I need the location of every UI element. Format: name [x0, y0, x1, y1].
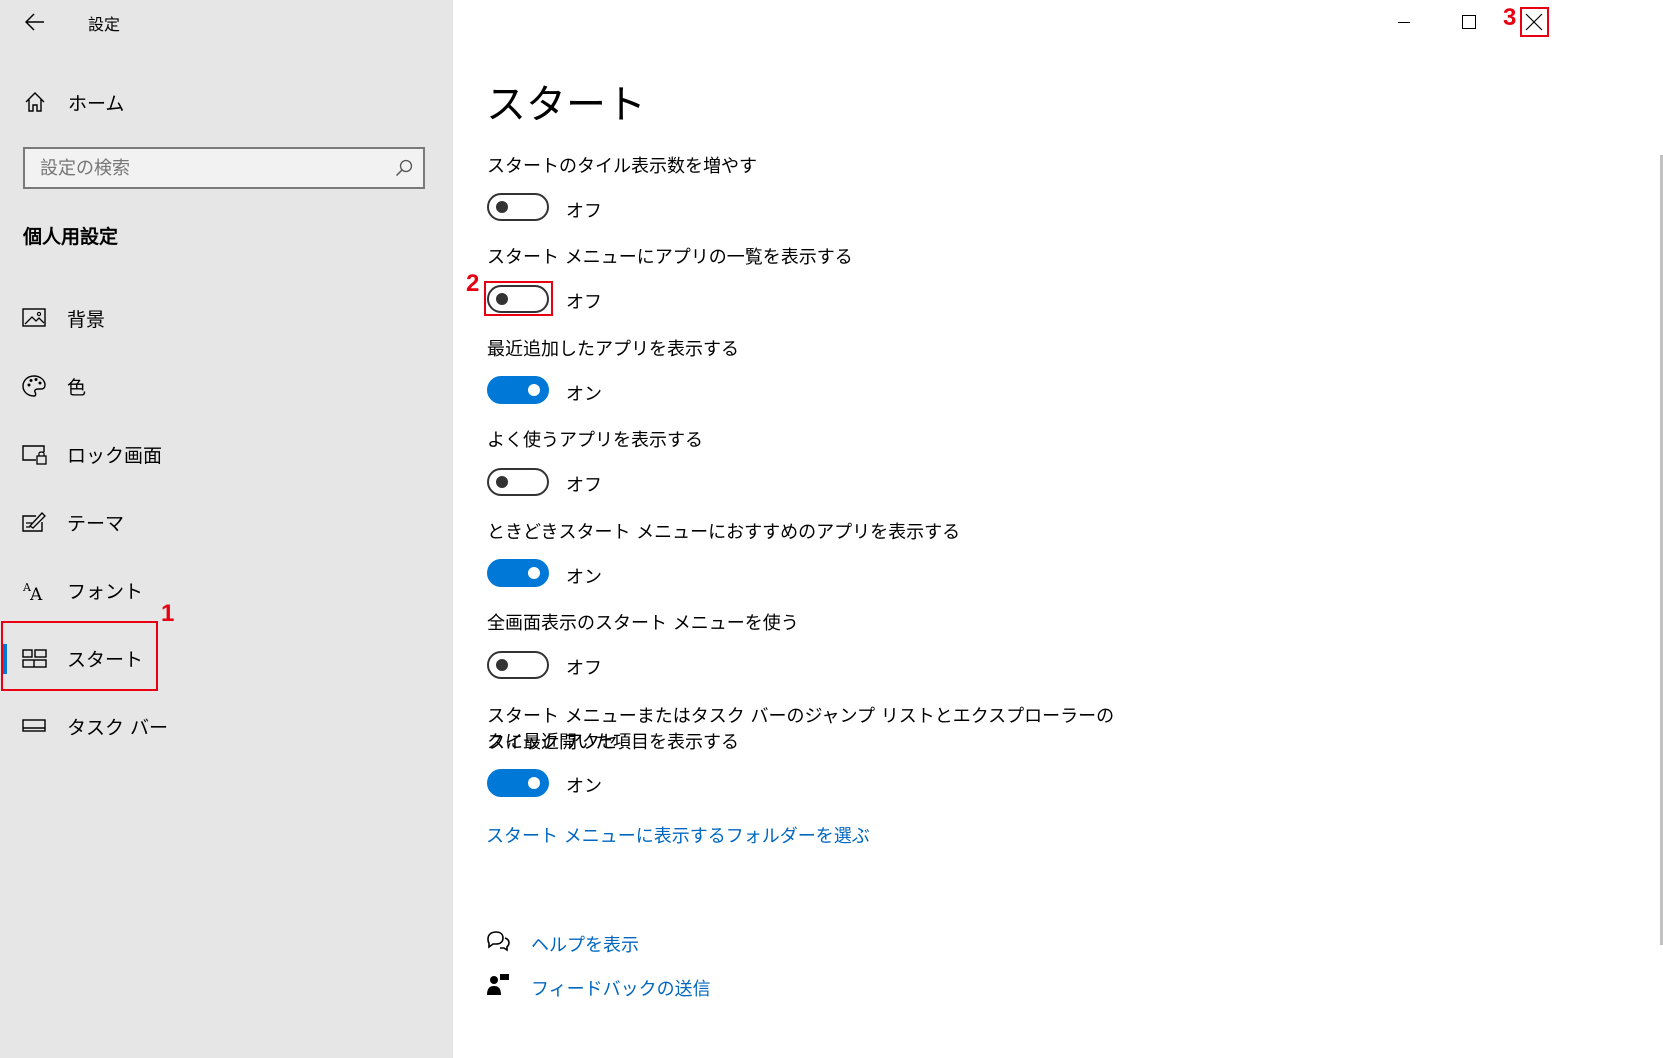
toggle-recently-added[interactable] — [487, 376, 549, 404]
sidebar-item-label: 色 — [67, 377, 87, 399]
picture-icon — [22, 308, 46, 327]
maximize-icon — [1462, 15, 1476, 29]
toggle-recent-items[interactable] — [487, 769, 549, 797]
sidebar-item-font[interactable]: A A フォント — [0, 562, 453, 618]
toggle-knob — [496, 201, 508, 213]
palette-icon — [22, 375, 46, 397]
section-title: 個人用設定 — [23, 226, 119, 248]
back-arrow-icon — [25, 13, 44, 31]
close-icon — [1525, 13, 1543, 31]
toggle-knob — [496, 476, 508, 488]
toggle-state-label: オフ — [566, 201, 602, 222]
sidebar-item-lock-screen[interactable]: ロック画面 — [0, 426, 453, 482]
theme-icon — [22, 512, 46, 532]
sidebar-item-taskbar[interactable]: タスク バー — [0, 698, 453, 754]
setting-label-recently-added: 最近追加したアプリを表示する — [487, 339, 739, 360]
toggle-knob — [528, 567, 540, 579]
toggle-state-label: オン — [566, 567, 602, 588]
search-input[interactable] — [25, 149, 400, 187]
setting-label-most-used: よく使うアプリを表示する — [487, 430, 703, 451]
help-chat-icon — [487, 931, 510, 952]
minimize-icon — [1398, 22, 1410, 23]
lock-screen-icon — [22, 445, 47, 465]
toggle-state-label: オフ — [566, 658, 602, 679]
sidebar-item-label: ロック画面 — [67, 445, 163, 467]
sidebar-item-label: タスク バー — [67, 717, 169, 739]
annotation-number-1: 1 — [161, 600, 175, 627]
active-indicator — [3, 644, 7, 674]
toggle-state-label: オフ — [566, 292, 602, 313]
page-title: スタート — [486, 82, 646, 128]
taskbar-icon — [22, 719, 46, 732]
sidebar-item-label: テーマ — [67, 513, 125, 535]
setting-label-recent-items-line2: スに最近開いた項目を表示する — [487, 732, 739, 753]
annotation-number-3: 3 — [1503, 4, 1517, 31]
home-nav-item[interactable]: ホーム — [0, 80, 453, 126]
feedback-link[interactable]: フィードバックの送信 — [531, 975, 711, 1001]
app-title: 設定 — [88, 15, 121, 34]
toggle-state-label: オン — [566, 384, 602, 405]
setting-label-full-screen: 全画面表示のスタート メニューを使う — [487, 613, 799, 634]
setting-label-app-list: スタート メニューにアプリの一覧を表示する — [487, 247, 853, 268]
close-button[interactable] — [1511, 0, 1557, 44]
setting-label-more-tiles: スタートのタイル表示数を増やす — [487, 156, 757, 177]
toggle-most-used[interactable] — [487, 468, 549, 496]
toggle-knob — [528, 777, 540, 789]
toggle-state-label: オン — [566, 776, 602, 797]
toggle-suggestions[interactable] — [487, 559, 549, 587]
start-icon — [22, 649, 47, 668]
toggle-full-screen[interactable] — [487, 651, 549, 679]
minimize-button[interactable] — [1381, 0, 1427, 44]
sidebar-item-label: フォント — [67, 581, 144, 603]
help-link[interactable]: ヘルプを表示 — [531, 931, 639, 957]
toggle-knob — [496, 293, 508, 305]
toggle-app-list[interactable] — [487, 285, 549, 313]
setting-label-suggestions: ときどきスタート メニューにおすすめのアプリを表示する — [487, 522, 961, 543]
home-icon — [25, 92, 45, 112]
toggle-more-tiles[interactable] — [487, 193, 549, 221]
choose-folders-link[interactable]: スタート メニューに表示するフォルダーを選ぶ — [486, 822, 870, 848]
feedback-person-icon — [487, 974, 509, 995]
home-label: ホーム — [68, 93, 125, 115]
toggle-state-label: オフ — [566, 475, 602, 496]
sidebar-item-start[interactable]: スタート — [0, 630, 453, 686]
font-icon: A A — [22, 581, 43, 602]
sidebar: 設定 ホーム 個人用設定 背景 色 — [0, 0, 453, 1058]
sidebar-item-label: スタート — [67, 649, 144, 671]
search-box[interactable] — [23, 147, 425, 189]
sidebar-item-theme[interactable]: テーマ — [0, 494, 453, 550]
toggle-knob — [528, 384, 540, 396]
sidebar-item-color[interactable]: 色 — [0, 358, 453, 414]
annotation-number-2: 2 — [466, 270, 480, 297]
main-content: 3 スタート スタートのタイル表示数を増やす オフ スタート メニューにアプリの… — [453, 0, 1663, 1058]
back-button[interactable] — [20, 8, 50, 36]
maximize-button[interactable] — [1446, 0, 1492, 44]
toggle-knob — [496, 659, 508, 671]
sidebar-item-background[interactable]: 背景 — [0, 290, 453, 346]
svg-text:A: A — [29, 585, 43, 602]
search-icon[interactable] — [395, 159, 413, 177]
sidebar-item-label: 背景 — [67, 309, 106, 331]
